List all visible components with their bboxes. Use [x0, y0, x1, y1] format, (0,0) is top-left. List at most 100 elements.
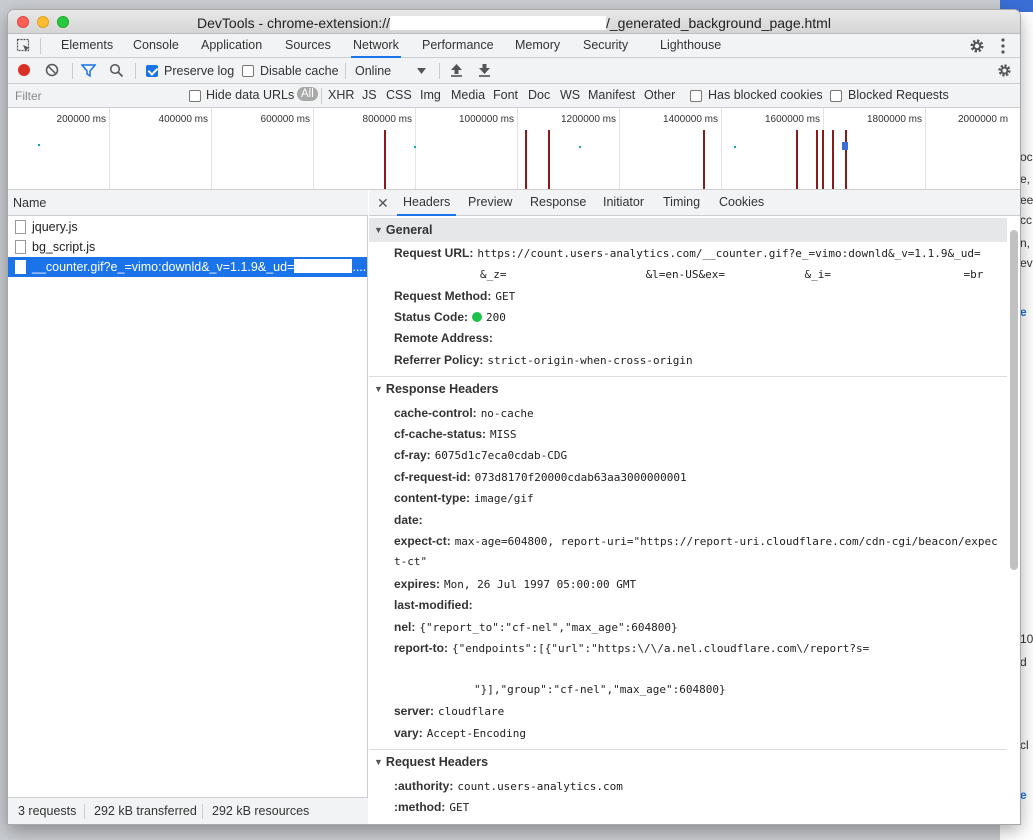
import-har-icon[interactable]: [450, 63, 463, 77]
overview-request-dot: [579, 146, 581, 148]
request-row-selected[interactable]: __counter.gif?e_=vimo:downld&_v=1.1.9&_u…: [8, 257, 367, 277]
tab-performance[interactable]: Performance: [420, 34, 496, 58]
filter-type-all[interactable]: All: [297, 87, 318, 101]
overview-request-mark: [525, 130, 527, 189]
header-key: cf-cache-status:: [394, 427, 487, 441]
network-overview[interactable]: 200000 ms 400000 ms 600000 ms 800000 ms …: [8, 108, 1020, 190]
section-request-headers[interactable]: ▼ Request Headers: [369, 749, 1007, 773]
status-ok-icon: [472, 312, 483, 322]
header-key: :method:: [394, 800, 446, 814]
disable-cache-checkbox[interactable]: [242, 65, 254, 77]
overview-gridline: [211, 108, 212, 189]
filter-type-js[interactable]: JS: [362, 88, 377, 102]
background-text: ev: [1020, 256, 1033, 270]
header-row: expect-ct: max-age=604800, report-uri="ht…: [394, 534, 1004, 548]
tab-network[interactable]: Network: [351, 34, 401, 58]
more-options-icon[interactable]: [1000, 37, 1006, 55]
tab-preview[interactable]: Preview: [462, 190, 518, 216]
window-title-suffix: /_generated_background_page.html: [606, 15, 831, 31]
record-icon[interactable]: [17, 63, 31, 77]
tab-sources[interactable]: Sources: [283, 34, 333, 58]
filter-type-font[interactable]: Font: [493, 88, 518, 102]
blocked-requests-label: Blocked Requests: [848, 88, 949, 102]
collapse-triangle-icon: ▼: [374, 384, 383, 394]
filter-type-ws[interactable]: WS: [560, 88, 580, 102]
filter-type-manifest[interactable]: Manifest: [588, 88, 635, 102]
tab-lighthouse[interactable]: Lighthouse: [658, 34, 723, 58]
header-row: report-to: {"endpoints":[{"url":"https:\/…: [394, 641, 1004, 655]
request-count: 3 requests: [18, 804, 77, 818]
tab-memory[interactable]: Memory: [513, 34, 562, 58]
header-key: Remote Address:: [394, 331, 493, 345]
search-icon[interactable]: [109, 63, 124, 78]
header-key: :authority:: [394, 779, 454, 793]
hide-data-urls-checkbox[interactable]: [189, 90, 201, 102]
throttling-select[interactable]: Online: [355, 64, 391, 78]
filter-type-other[interactable]: Other: [644, 88, 675, 102]
hide-data-urls-label: Hide data URLs: [206, 88, 295, 102]
dropdown-arrow-icon[interactable]: [417, 67, 426, 75]
header-value-continued: &_z= &l=en-US&ex= &_i= =br: [480, 268, 984, 281]
settings-gear-icon[interactable]: [969, 38, 985, 54]
filter-input[interactable]: [11, 87, 181, 105]
preserve-log-checkbox[interactable]: [146, 65, 158, 77]
inspect-element-icon[interactable]: [16, 38, 32, 54]
filter-type-img[interactable]: Img: [420, 88, 441, 102]
tab-security[interactable]: Security: [581, 34, 630, 58]
tab-cookies[interactable]: Cookies: [713, 190, 770, 216]
request-list-panel: Name jquery.js bg_script.js __counter.gi…: [8, 190, 368, 824]
overview-tick-label: 200000 ms: [56, 114, 106, 125]
export-har-icon[interactable]: [478, 63, 491, 77]
header-key: Referrer Policy:: [394, 353, 484, 367]
background-text: 10: [1020, 632, 1033, 646]
redacted-block: [294, 259, 353, 273]
header-row: date:: [394, 513, 1004, 527]
tab-elements[interactable]: Elements: [59, 34, 115, 58]
column-header-name[interactable]: Name: [8, 190, 368, 216]
status-divider: [202, 804, 203, 819]
header-value-continued: "}],"group":"cf-nel","max_age":604800}: [474, 683, 726, 696]
filter-type-css[interactable]: CSS: [386, 88, 412, 102]
header-key: Status Code:: [394, 310, 469, 324]
request-row[interactable]: jquery.js: [8, 217, 367, 237]
header-value: image/gif: [474, 492, 534, 505]
tab-timing[interactable]: Timing: [657, 190, 706, 216]
header-key: cf-ray:: [394, 448, 431, 462]
tab-application[interactable]: Application: [199, 34, 264, 58]
header-key: server:: [394, 704, 435, 718]
background-text: oc: [1020, 150, 1033, 164]
section-general[interactable]: ▼ General: [369, 218, 1007, 242]
section-response-headers[interactable]: ▼ Response Headers: [369, 376, 1007, 400]
header-value: 073d8170f20000cdab63aa3000000001: [474, 471, 687, 484]
details-scrollbar[interactable]: [1010, 230, 1018, 570]
tab-console[interactable]: Console: [131, 34, 181, 58]
overview-gridline: [517, 108, 518, 189]
blocked-requests-checkbox[interactable]: [830, 90, 842, 102]
disable-cache-label: Disable cache: [260, 64, 339, 78]
request-row[interactable]: bg_script.js: [8, 237, 367, 257]
overview-request-mark: [703, 130, 705, 189]
header-key: Request Method:: [394, 289, 492, 303]
devtools-main-tabs: Elements Console Application Sources Net…: [8, 34, 1020, 58]
filter-type-media[interactable]: Media: [451, 88, 485, 102]
background-link: e: [1020, 788, 1027, 802]
overview-request-mark: [845, 130, 847, 189]
clear-icon[interactable]: [45, 63, 59, 77]
filter-funnel-icon[interactable]: [81, 63, 96, 78]
has-blocked-cookies-checkbox[interactable]: [690, 90, 702, 102]
redacted-block: [390, 16, 606, 30]
header-row: last-modified:: [394, 598, 1004, 612]
network-settings-gear-icon[interactable]: [997, 63, 1012, 78]
tab-headers[interactable]: Headers: [397, 190, 457, 216]
tab-response[interactable]: Response: [524, 190, 592, 216]
filter-type-xhr[interactable]: XHR: [328, 88, 354, 102]
devtools-window: DevTools - chrome-extension:// /_generate…: [8, 10, 1020, 824]
header-key: report-to:: [394, 641, 448, 655]
close-details-icon[interactable]: ✕: [377, 195, 389, 212]
tab-initiator[interactable]: Initiator: [597, 190, 650, 216]
header-value: MISS: [490, 428, 517, 441]
header-row: Request URL: https://count.users-analytic…: [394, 246, 1004, 260]
overview-gridline: [721, 108, 722, 189]
filter-type-doc[interactable]: Doc: [528, 88, 550, 102]
header-key: expect-ct:: [394, 534, 451, 548]
